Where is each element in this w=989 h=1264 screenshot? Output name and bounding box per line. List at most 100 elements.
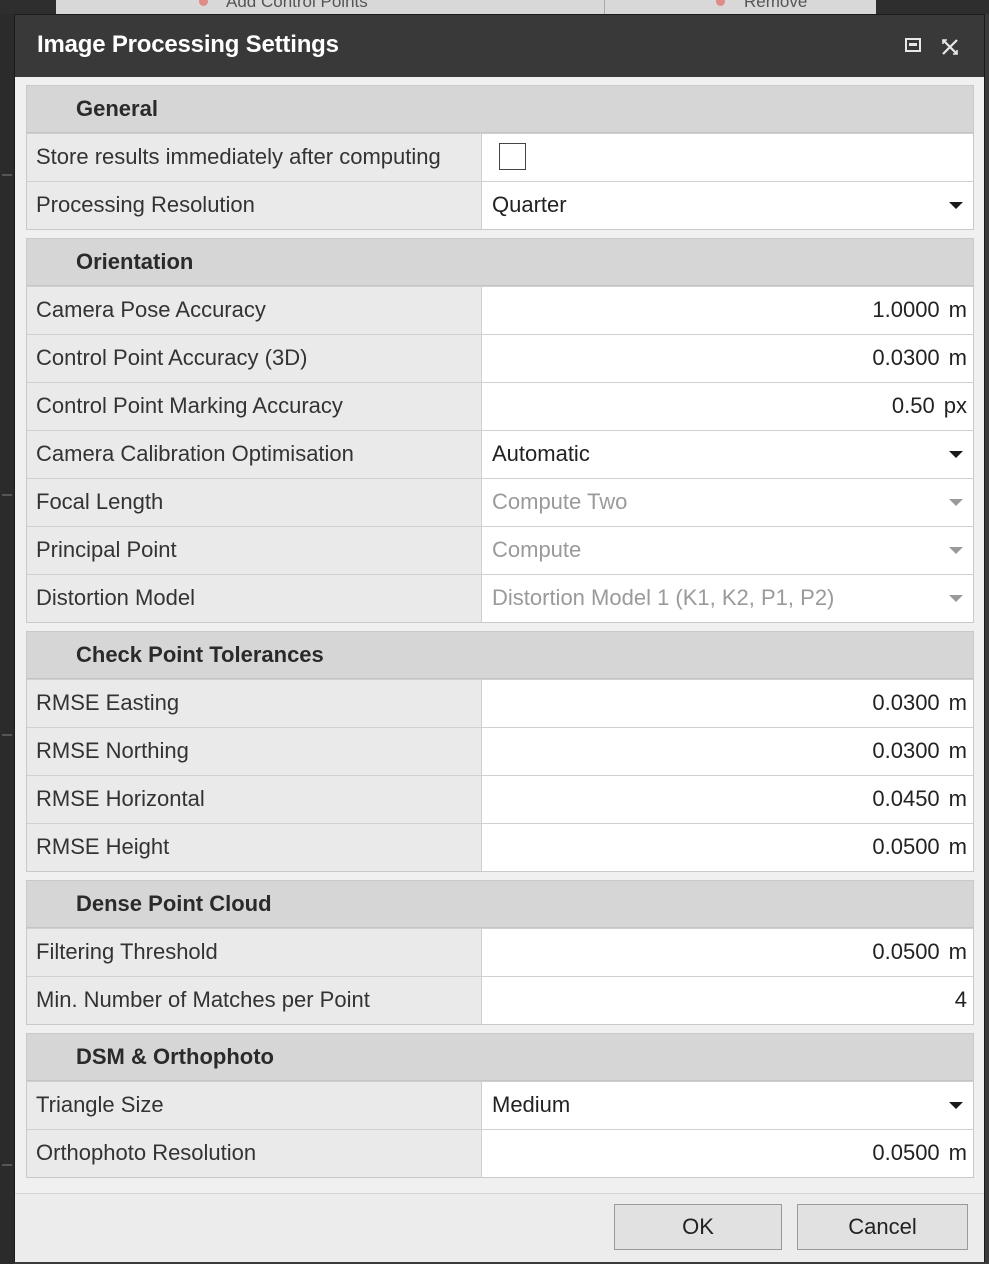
rmse-northing-input[interactable]: 0.0300 m — [482, 728, 973, 775]
control-point-accuracy-value: 0.0300 — [872, 345, 940, 370]
background-app-toolbar: Add Control Points Remove — [0, 0, 989, 14]
processing-resolution-value: Quarter — [492, 192, 567, 217]
orthophoto-resolution-value: 0.0500 — [872, 1140, 940, 1165]
section-orientation: Orientation Camera Pose Accuracy 1.0000 m… — [26, 238, 974, 623]
row-control-point-accuracy: Control Point Accuracy (3D) 0.0300 m — [27, 334, 973, 382]
chevron-down-icon — [949, 499, 963, 506]
triangle-size-dropdown[interactable]: Medium — [482, 1082, 973, 1129]
background-left-panel — [0, 0, 56, 14]
focal-length-dropdown: Compute Two — [482, 479, 973, 526]
background-grid — [0, 14, 14, 1264]
row-control-point-marking: Control Point Marking Accuracy 0.50 px — [27, 382, 973, 430]
unit-label: px — [943, 393, 967, 418]
row-camera-calibration: Camera Calibration Optimisation Automati… — [27, 430, 973, 478]
close-icon[interactable] — [937, 33, 963, 59]
dialog-titlebar[interactable]: Image Processing Settings — [15, 15, 984, 77]
camera-calibration-dropdown[interactable]: Automatic — [482, 431, 973, 478]
filtering-threshold-input[interactable]: 0.0500 m — [482, 929, 973, 976]
distortion-model-dropdown: Distortion Model 1 (K1, K2, P1, P2) — [482, 575, 973, 622]
grid-tick — [2, 494, 12, 496]
rmse-easting-value: 0.0300 — [872, 690, 940, 715]
rmse-height-label: RMSE Height — [27, 824, 482, 871]
control-point-marking-input[interactable]: 0.50 px — [482, 383, 973, 430]
image-processing-settings-dialog: Image Processing Settings General Store … — [14, 14, 985, 1262]
rmse-easting-label: RMSE Easting — [27, 680, 482, 727]
row-rmse-easting: RMSE Easting 0.0300 m — [27, 679, 973, 727]
section-general: General Store results immediately after … — [26, 85, 974, 230]
processing-resolution-dropdown[interactable]: Quarter — [482, 182, 973, 229]
control-point-marking-value: 0.50 — [891, 393, 935, 418]
remove-icon — [716, 0, 725, 6]
section-dense-point-cloud: Dense Point Cloud Filtering Threshold 0.… — [26, 880, 974, 1025]
cancel-button[interactable]: Cancel — [797, 1204, 968, 1250]
camera-pose-accuracy-value: 1.0000 — [872, 297, 940, 322]
orthophoto-resolution-label: Orthophoto Resolution — [27, 1130, 482, 1177]
settings-property-grid: General Store results immediately after … — [26, 85, 974, 1186]
row-focal-length: Focal Length Compute Two — [27, 478, 973, 526]
section-header-check-point: Check Point Tolerances — [27, 632, 973, 679]
distortion-model-value: Distortion Model 1 (K1, K2, P1, P2) — [492, 585, 835, 610]
background-toolbar: Add Control Points Remove — [56, 0, 876, 14]
section-header-dense-point-cloud: Dense Point Cloud — [27, 881, 973, 928]
triangle-size-label: Triangle Size — [27, 1082, 482, 1129]
unit-label: m — [948, 297, 967, 322]
chevron-down-icon — [949, 1102, 963, 1109]
unit-label: m — [948, 834, 967, 859]
row-store-results: Store results immediately after computin… — [27, 133, 973, 181]
grid-tick — [2, 734, 12, 736]
section-header-dsm-orthophoto: DSM & Orthophoto — [27, 1034, 973, 1081]
control-point-accuracy-label: Control Point Accuracy (3D) — [27, 335, 482, 382]
camera-pose-accuracy-label: Camera Pose Accuracy — [27, 287, 482, 334]
remove-item: Remove — [744, 0, 808, 11]
row-filtering-threshold: Filtering Threshold 0.0500 m — [27, 928, 973, 976]
dialog-footer: OK Cancel — [15, 1193, 984, 1262]
row-min-matches: Min. Number of Matches per Point 4 — [27, 976, 973, 1024]
triangle-size-value: Medium — [492, 1092, 571, 1117]
rmse-northing-value: 0.0300 — [872, 738, 940, 763]
restore-window-icon[interactable] — [901, 33, 927, 59]
control-point-accuracy-input[interactable]: 0.0300 m — [482, 335, 973, 382]
unit-label: m — [948, 690, 967, 715]
row-camera-pose-accuracy: Camera Pose Accuracy 1.0000 m — [27, 286, 973, 334]
row-orthophoto-resolution: Orthophoto Resolution 0.0500 m — [27, 1129, 973, 1177]
control-point-marking-label: Control Point Marking Accuracy — [27, 383, 482, 430]
dialog-title: Image Processing Settings — [37, 31, 339, 58]
rmse-height-input[interactable]: 0.0500 m — [482, 824, 973, 871]
row-rmse-height: RMSE Height 0.0500 m — [27, 823, 973, 871]
min-matches-value: 4 — [954, 987, 967, 1012]
unit-label: m — [948, 345, 967, 370]
row-rmse-horizontal: RMSE Horizontal 0.0450 m — [27, 775, 973, 823]
toolbar-separator — [604, 0, 605, 14]
row-processing-resolution: Processing Resolution Quarter — [27, 181, 973, 229]
principal-point-label: Principal Point — [27, 527, 482, 574]
section-header-orientation: Orientation — [27, 239, 973, 286]
unit-label: m — [948, 1140, 967, 1165]
store-results-checkbox[interactable] — [499, 143, 526, 170]
row-distortion-model: Distortion Model Distortion Model 1 (K1,… — [27, 574, 973, 622]
chevron-down-icon — [949, 202, 963, 209]
processing-resolution-label: Processing Resolution — [27, 182, 482, 229]
camera-pose-accuracy-input[interactable]: 1.0000 m — [482, 287, 973, 334]
row-rmse-northing: RMSE Northing 0.0300 m — [27, 727, 973, 775]
chevron-down-icon — [949, 547, 963, 554]
min-matches-label: Min. Number of Matches per Point — [27, 977, 482, 1024]
add-control-points-icon — [199, 0, 208, 6]
camera-calibration-label: Camera Calibration Optimisation — [27, 431, 482, 478]
rmse-horizontal-label: RMSE Horizontal — [27, 776, 482, 823]
row-triangle-size: Triangle Size Medium — [27, 1081, 973, 1129]
add-control-points-item: Add Control Points — [226, 0, 368, 11]
chevron-down-icon — [949, 451, 963, 458]
focal-length-value: Compute Two — [492, 489, 628, 514]
min-matches-input[interactable]: 4 — [482, 977, 973, 1024]
ok-button[interactable]: OK — [614, 1204, 782, 1250]
rmse-horizontal-input[interactable]: 0.0450 m — [482, 776, 973, 823]
row-principal-point: Principal Point Compute — [27, 526, 973, 574]
rmse-northing-label: RMSE Northing — [27, 728, 482, 775]
principal-point-dropdown: Compute — [482, 527, 973, 574]
store-results-label: Store results immediately after computin… — [27, 134, 482, 181]
store-results-value-cell — [482, 134, 973, 181]
orthophoto-resolution-input[interactable]: 0.0500 m — [482, 1130, 973, 1177]
filtering-threshold-label: Filtering Threshold — [27, 929, 482, 976]
filtering-threshold-value: 0.0500 — [872, 939, 940, 964]
rmse-easting-input[interactable]: 0.0300 m — [482, 680, 973, 727]
